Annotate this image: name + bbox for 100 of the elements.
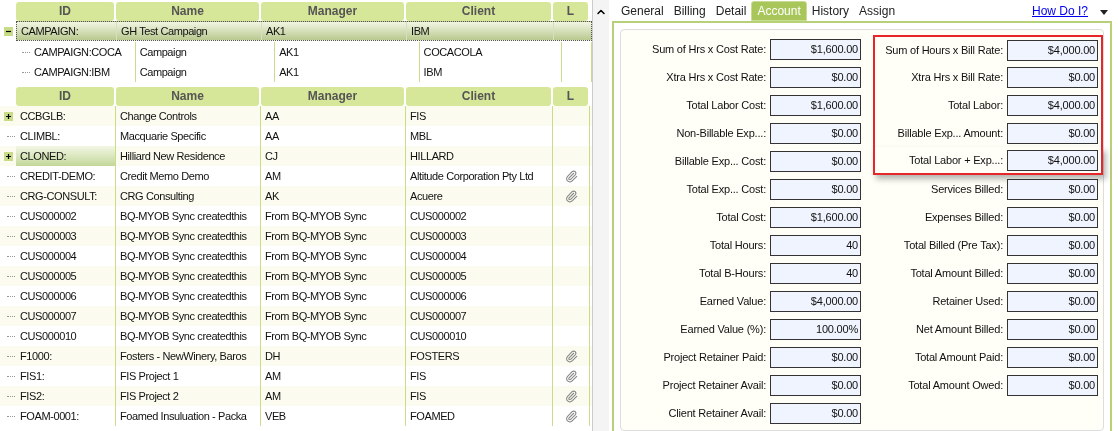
table-cell: AK1: [275, 42, 420, 62]
table-row[interactable]: CUS000005 BQ-MYOB Sync createdthis From BQ-MYOB Sync CUS000005: [0, 266, 592, 286]
value-field[interactable]: $0.00: [770, 374, 861, 396]
dropdown-caret-icon[interactable]: [1100, 10, 1108, 15]
table-row[interactable]: CUS000007 BQ-MYOB Sync createdthis From BQ-MYOB Sync CUS000007: [0, 306, 592, 326]
column-header[interactable]: Client: [406, 2, 551, 21]
table-row[interactable]: CAMPAIGN: GH Test Campaign AK1 IBM: [16, 21, 592, 41]
value-field[interactable]: $0.00: [770, 402, 861, 424]
value-field[interactable]: $0.00: [770, 150, 861, 172]
value-field[interactable]: $4,000.00: [1007, 39, 1098, 61]
field-label: Total Amount Billed:: [909, 265, 1004, 281]
value-field[interactable]: $0.00: [770, 66, 861, 88]
tab[interactable]: Billing: [668, 1, 711, 21]
field-label: Total B-Hours:: [698, 265, 767, 281]
value-field[interactable]: 40: [770, 262, 861, 284]
field-label: Total Billed (Pre Tax):: [902, 237, 1004, 253]
table-row[interactable]: CCBGLB: Change Controls AA FIS: [0, 106, 592, 126]
table-row[interactable]: CUS000003 BQ-MYOB Sync createdthis From BQ-MYOB Sync CUS000003: [0, 226, 592, 246]
field-label: Services Billed:: [930, 181, 1004, 197]
value-field[interactable]: $0.00: [1007, 122, 1098, 144]
value-field[interactable]: $0.00: [1007, 318, 1098, 340]
value-field[interactable]: $0.00: [1007, 346, 1098, 368]
field-label: Xtra Hrs x Cost Rate:: [665, 69, 767, 85]
value-field[interactable]: $0.00: [1007, 262, 1098, 284]
field-label: Sum of Hrs x Cost Rate:: [651, 41, 767, 57]
expand-icon[interactable]: [3, 111, 13, 121]
field-label: Total Labor:: [946, 97, 1004, 113]
field-label: Retainer Used:: [931, 293, 1004, 309]
field-label: Total Exp... Cost:: [685, 181, 767, 197]
expand-icon[interactable]: [3, 151, 13, 161]
table-cell: AK1: [275, 62, 420, 82]
value-field[interactable]: $0.00: [770, 122, 861, 144]
tab[interactable]: Detail: [710, 1, 752, 21]
field-label: Project Retainer Paid:: [662, 349, 767, 365]
field-label: Billable Exp... Amount:: [896, 125, 1004, 141]
field-label: Net Amount Billed:: [915, 321, 1004, 337]
table-cell: FOAM-0001:: [16, 406, 116, 426]
help-link[interactable]: How Do I?: [1031, 1, 1088, 21]
column-header[interactable]: Name: [116, 87, 259, 106]
field-label: Non-Billable Exp...:: [675, 125, 767, 141]
field-label: Total Cost:: [715, 209, 767, 225]
column-header[interactable]: Manager: [261, 2, 404, 21]
collapse-icon[interactable]: [3, 26, 13, 36]
table-cell: CLONED:: [16, 146, 116, 166]
table-cell: GH Test Campaign: [117, 22, 262, 40]
value-field[interactable]: 100.00%: [770, 318, 861, 340]
column-header[interactable]: Manager: [261, 87, 404, 106]
table-cell: Campaign: [135, 42, 276, 62]
table-cell: IBM: [407, 22, 554, 40]
table-row[interactable]: FIS2: FIS Project 2 AM FIS: [0, 386, 592, 406]
field-label: Earned Value (%):: [679, 321, 767, 337]
value-field[interactable]: $4,000.00: [1007, 94, 1098, 116]
value-field[interactable]: $0.00: [1007, 290, 1098, 312]
table-row[interactable]: F1000: Fosters - NewWinery, Baros DH FOSTERS: [0, 346, 592, 366]
attachment-icon[interactable]: [564, 169, 578, 183]
field-label: Client Retainer Avail:: [667, 405, 767, 421]
field-label: Total Amount Owed:: [907, 377, 1004, 393]
value-field[interactable]: $0.00: [770, 346, 861, 368]
table-cell: FOAMED: [406, 406, 553, 426]
tab[interactable]: History: [806, 1, 855, 21]
attachment-icon[interactable]: [564, 409, 578, 423]
field-label: Total Labor + Exp...:: [908, 152, 1004, 168]
scrollbar[interactable]: [592, 0, 609, 431]
value-field[interactable]: $0.00: [1007, 178, 1098, 200]
value-field[interactable]: $4,000.00: [1007, 149, 1098, 171]
attachment-icon[interactable]: [564, 389, 578, 403]
value-field[interactable]: $1,600.00: [770, 206, 861, 228]
table-cell: Foamed Insuluation - Packa: [116, 406, 261, 426]
value-field[interactable]: $0.00: [1007, 206, 1098, 228]
table-cell: Campaign: [135, 62, 276, 82]
table-row[interactable]: CRG-CONSULT: CRG Consulting AK Acuere: [0, 186, 592, 206]
table-cell: CAMPAIGN:IBM: [30, 62, 136, 82]
column-header[interactable]: L: [553, 87, 588, 106]
field-label: Project Retainer Avail:: [661, 377, 767, 393]
column-header[interactable]: Name: [116, 2, 259, 21]
value-field[interactable]: $1,600.00: [770, 94, 861, 116]
table-cell: COCACOLA: [419, 42, 563, 62]
table-cell: IBM: [419, 62, 563, 82]
field-label: Xtra Hrs x Bill Rate:: [910, 69, 1004, 85]
table-row[interactable]: CLONED: Hilliard New Residence CJ HILLARD: [0, 146, 592, 166]
column-header[interactable]: Client: [406, 87, 551, 106]
table-cell: AK1: [262, 22, 407, 40]
field-label: Earned Value:: [698, 293, 767, 309]
column-header[interactable]: ID: [16, 2, 114, 21]
column-header[interactable]: L: [553, 2, 588, 21]
attachment-icon[interactable]: [564, 369, 578, 383]
attachment-icon[interactable]: [564, 349, 578, 363]
value-field[interactable]: $0.00: [1007, 66, 1098, 88]
value-field[interactable]: 40: [770, 234, 861, 256]
value-field[interactable]: $0.00: [1007, 374, 1098, 396]
table-cell: CAMPAIGN:COCA: [30, 42, 136, 62]
field-label: Expenses Billed:: [923, 209, 1004, 225]
value-field[interactable]: $4,000.00: [770, 290, 861, 312]
attachment-icon[interactable]: [564, 189, 578, 203]
tab[interactable]: Assign: [854, 1, 901, 21]
value-field[interactable]: $0.00: [1007, 234, 1098, 256]
value-field[interactable]: $0.00: [770, 178, 861, 200]
value-field[interactable]: $1,600.00: [770, 38, 861, 60]
tab[interactable]: General: [616, 1, 669, 21]
column-header[interactable]: ID: [16, 87, 114, 106]
